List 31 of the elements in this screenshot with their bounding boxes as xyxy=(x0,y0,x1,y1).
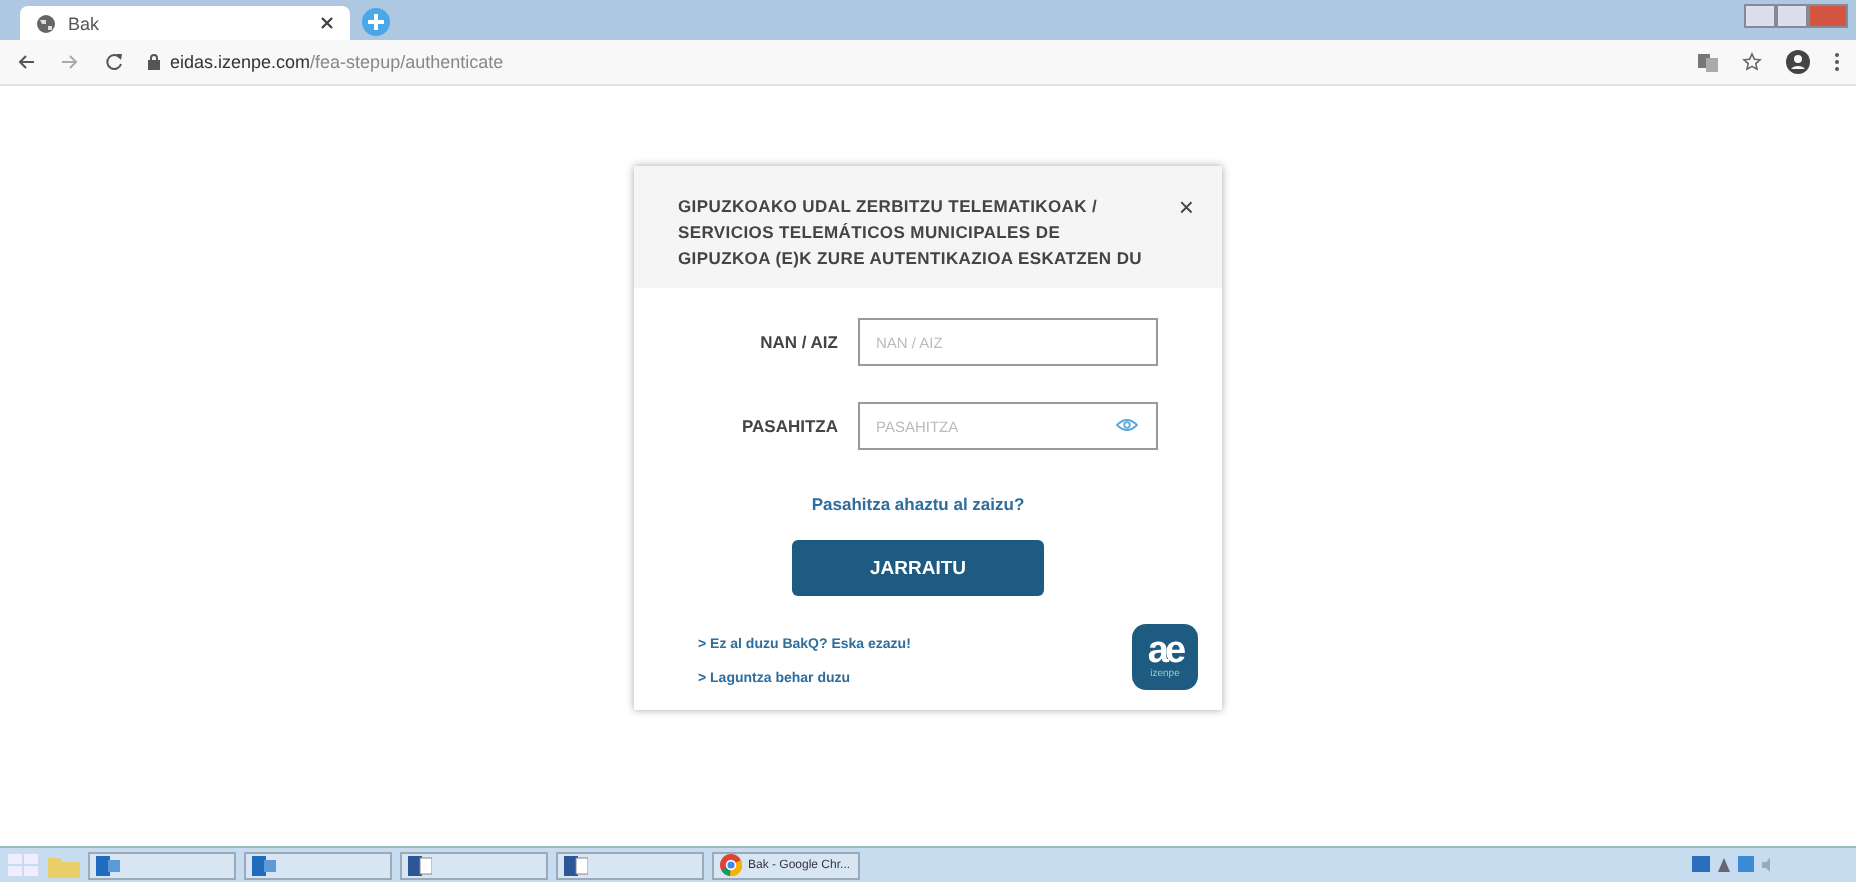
mail-app-icon xyxy=(96,855,120,875)
translate-icon[interactable] xyxy=(1698,53,1718,71)
field-label: NAN / AIZ xyxy=(758,332,838,352)
new-tab-icon[interactable] xyxy=(362,8,390,36)
browser-app-icon xyxy=(720,854,742,876)
globe-icon xyxy=(36,13,56,33)
mail-app-icon xyxy=(252,855,276,875)
continue-button[interactable]: JARRAITU xyxy=(792,540,1044,596)
start-icon[interactable] xyxy=(8,854,40,876)
account-icon[interactable] xyxy=(1786,50,1810,74)
forward-icon[interactable] xyxy=(60,52,80,72)
document-app-icon xyxy=(564,855,588,875)
eye-icon[interactable] xyxy=(1116,418,1138,432)
document-app-icon xyxy=(408,855,432,875)
reload-icon[interactable] xyxy=(104,52,124,72)
window-controls-icon[interactable] xyxy=(1744,4,1848,28)
browser-tab[interactable]: Bak xyxy=(20,6,350,40)
address-bar[interactable]: eidas.izenpe.com/fea-stepup/authenticate xyxy=(170,52,504,72)
taskbar-button[interactable] xyxy=(244,851,392,879)
menu-icon[interactable] xyxy=(1834,52,1840,72)
close-tab-icon[interactable] xyxy=(320,16,334,30)
back-icon[interactable] xyxy=(16,52,36,72)
close-button[interactable]: × xyxy=(1178,194,1194,222)
star-icon[interactable] xyxy=(1742,52,1762,72)
lock-icon xyxy=(148,54,160,70)
dialog-title: GIPUZKOAKO UDAL ZERBITZU TELEMATIKOAK / SERVICIOS TELEMÁTICOS MUNICIPALES DE GIPUZKOA (E)K ZURE AUTENTIKAZIOA ESKATZEN DU xyxy=(678,194,1144,272)
taskbar-button[interactable] xyxy=(88,851,236,879)
taskbar-button[interactable] xyxy=(400,851,548,879)
taskbar-button[interactable] xyxy=(556,851,704,879)
forgot-password-link[interactable]: Pasahitza ahaztu al zaizu? xyxy=(678,494,1158,514)
field-label: PASAHITZA xyxy=(739,416,838,436)
